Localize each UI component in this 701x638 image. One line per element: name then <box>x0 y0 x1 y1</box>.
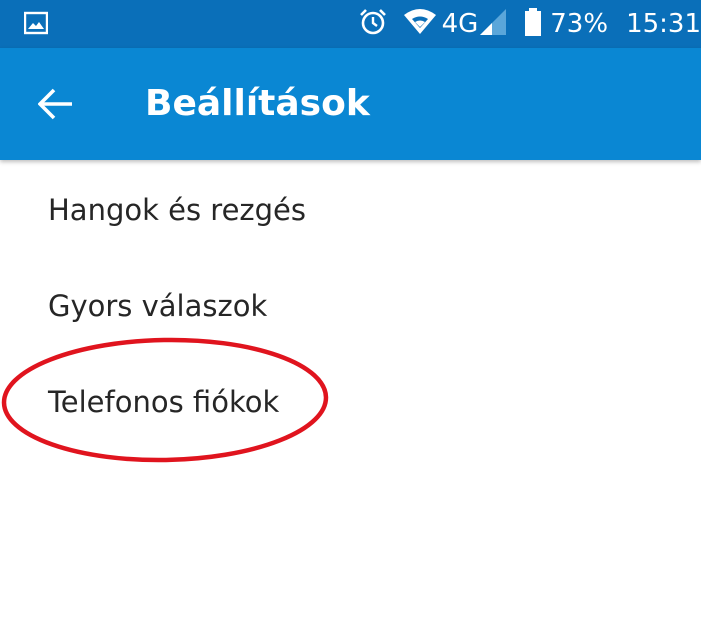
settings-item-label: Hangok és rezgés <box>48 193 306 227</box>
settings-item-calling-accounts[interactable]: Telefonos fiókok <box>0 354 701 450</box>
status-bar: 4G 73% 15:31 <box>0 0 701 48</box>
settings-item-quick-responses[interactable]: Gyors válaszok <box>0 258 701 354</box>
app-bar: Beállítások <box>0 48 701 160</box>
network-type-label: 4G <box>441 9 479 39</box>
battery-icon <box>524 7 542 42</box>
settings-item-sounds-vibration[interactable]: Hangok és rezgés <box>0 162 701 258</box>
wifi-icon <box>402 7 438 42</box>
settings-item-label: Telefonos fiókok <box>48 385 280 419</box>
alarm-icon <box>358 7 388 42</box>
image-notification-icon <box>23 11 49 35</box>
battery-percent: 73% <box>550 9 609 39</box>
settings-list: Hangok és rezgés Gyors válaszok Telefono… <box>0 162 701 450</box>
clock: 15:31 <box>626 9 701 39</box>
page-title: Beállítások <box>145 83 370 124</box>
arrow-back-icon <box>38 88 72 120</box>
settings-screen: 4G 73% 15:31 Beállítások Hangok és rezgé… <box>0 0 701 638</box>
status-icons: 4G 73% 15:31 <box>358 0 701 48</box>
back-button[interactable] <box>28 76 84 132</box>
cellular-signal-icon <box>478 7 508 42</box>
settings-item-label: Gyors válaszok <box>48 289 268 323</box>
